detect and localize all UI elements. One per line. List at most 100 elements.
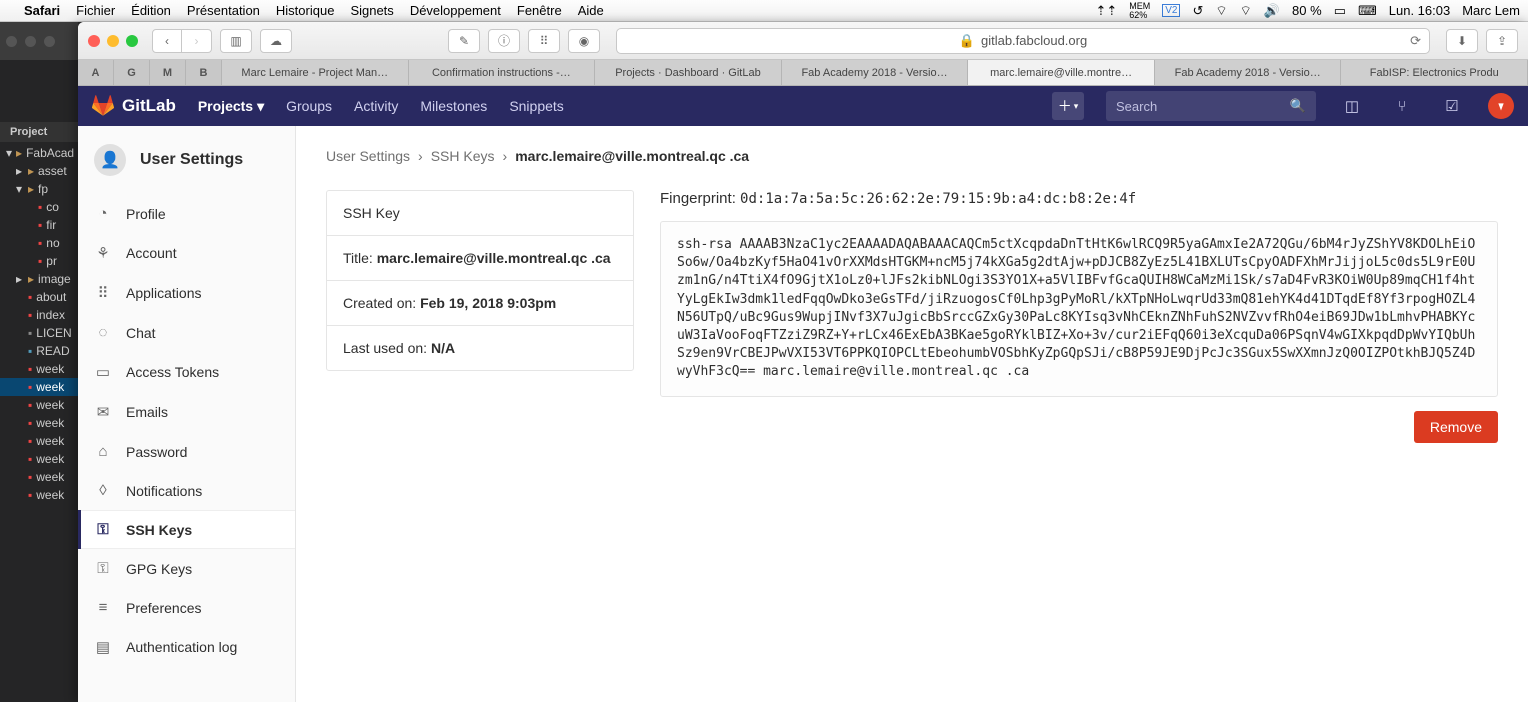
menu-presentation[interactable]: Présentation: [187, 3, 260, 18]
menu-developpement[interactable]: Développement: [410, 3, 501, 18]
new-button[interactable]: ＋ ▾: [1052, 92, 1084, 120]
sidebar-item-preferences[interactable]: ≡Preferences: [78, 588, 295, 627]
tree-item[interactable]: ▪week: [0, 432, 78, 450]
todos-icon[interactable]: ☑: [1438, 91, 1466, 121]
editor-close[interactable]: [6, 36, 17, 47]
wifi-icon[interactable]: ⌔: [1240, 3, 1252, 19]
tree-item[interactable]: ▪week: [0, 396, 78, 414]
bluetooth-icon[interactable]: ⌔: [1215, 3, 1227, 19]
app-name[interactable]: Safari: [24, 3, 60, 18]
battery-icon[interactable]: ▭: [1334, 3, 1346, 19]
tree-item[interactable]: ▪week: [0, 378, 78, 396]
browser-tab[interactable]: Confirmation instructions -…: [409, 60, 596, 85]
tree-item[interactable]: ▪about: [0, 288, 78, 306]
browser-tab[interactable]: Fab Academy 2018 - Versio…: [782, 60, 969, 85]
fav-a[interactable]: A: [78, 60, 114, 85]
tree-item[interactable]: ▪pr: [0, 252, 78, 270]
tree-item[interactable]: ▪READ: [0, 342, 78, 360]
editor-min[interactable]: [25, 36, 36, 47]
search-input[interactable]: Search 🔍: [1106, 91, 1316, 121]
breadcrumb-b[interactable]: SSH Keys: [431, 148, 495, 164]
nav-snippets[interactable]: Snippets: [509, 98, 563, 114]
tree-item[interactable]: ▪no: [0, 234, 78, 252]
tree-item[interactable]: ▪index: [0, 306, 78, 324]
menu-fenetre[interactable]: Fenêtre: [517, 3, 562, 18]
privacy-button[interactable]: ⓘ: [488, 29, 520, 53]
sidebar-item-notifications[interactable]: ◊Notifications: [78, 471, 295, 510]
tree-item[interactable]: ▪week: [0, 360, 78, 378]
compose-button[interactable]: ✎: [448, 29, 480, 53]
gitlab-brand: GitLab: [122, 96, 176, 116]
share-button[interactable]: ⇪: [1486, 29, 1518, 53]
timemachine-icon[interactable]: ↺: [1192, 3, 1203, 19]
icloud-tabs-button[interactable]: ☁: [260, 29, 292, 53]
browser-tab[interactable]: Projects · Dashboard · GitLab: [595, 60, 782, 85]
volume-icon[interactable]: 🔊: [1264, 3, 1280, 19]
sidebar-item-authentication-log[interactable]: ▤Authentication log: [78, 627, 295, 667]
window-minimize[interactable]: [107, 35, 119, 47]
sidebar-button[interactable]: ▥: [220, 29, 252, 53]
fav-m[interactable]: M: [150, 60, 186, 85]
remove-button[interactable]: Remove: [1414, 411, 1498, 443]
gitlab-logo[interactable]: GitLab: [92, 95, 176, 117]
window-zoom[interactable]: [126, 35, 138, 47]
sidebar-item-gpg-keys[interactable]: ⚿GPG Keys: [78, 549, 295, 588]
user-name[interactable]: Marc Lem: [1462, 3, 1520, 18]
merge-requests-icon[interactable]: ⑂: [1388, 91, 1416, 121]
nav-milestones[interactable]: Milestones: [420, 98, 487, 114]
reload-icon[interactable]: ⟳: [1410, 33, 1421, 49]
browser-tab[interactable]: marc.lemaire@ville.montre…: [968, 60, 1155, 85]
file-tree[interactable]: ▾▸FabAcad▸▸asset▾▸fp▪co▪fir▪no▪pr▸▸image…: [0, 142, 78, 506]
sidebar-item-ssh-keys[interactable]: ⚿SSH Keys: [78, 510, 295, 549]
sidebar-item-chat[interactable]: ◌Chat: [78, 313, 295, 352]
user-avatar[interactable]: [1488, 93, 1514, 119]
menu-fichier[interactable]: Fichier: [76, 3, 115, 18]
tree-item[interactable]: ▾▸fp: [0, 180, 78, 198]
nav-projects[interactable]: Projects ▾: [198, 98, 264, 115]
forward-button[interactable]: ›: [182, 29, 212, 53]
menu-signets[interactable]: Signets: [350, 3, 393, 18]
tree-item[interactable]: ▪fir: [0, 216, 78, 234]
tree-item[interactable]: ▪LICEN: [0, 324, 78, 342]
fav-b[interactable]: B: [186, 60, 222, 85]
sidebar-item-access-tokens[interactable]: ▭Access Tokens: [78, 352, 295, 392]
grid-button[interactable]: ⠿: [528, 29, 560, 53]
sidebar-item-account[interactable]: ⚘Account: [78, 233, 295, 273]
browser-tab[interactable]: Fab Academy 2018 - Versio…: [1155, 60, 1342, 85]
url-bar[interactable]: 🔒 gitlab.fabcloud.org ⟳: [616, 28, 1430, 54]
vnc-icon[interactable]: V2: [1162, 4, 1180, 17]
extensions-button[interactable]: ◉: [568, 29, 600, 53]
window-close[interactable]: [88, 35, 100, 47]
menu-edition[interactable]: Édition: [131, 3, 171, 18]
nav-activity[interactable]: Activity: [354, 98, 398, 114]
tree-item[interactable]: ▸▸image: [0, 270, 78, 288]
nav-groups[interactable]: Groups: [286, 98, 332, 114]
menu-aide[interactable]: Aide: [578, 3, 604, 18]
issues-icon[interactable]: ◫: [1338, 91, 1366, 121]
tree-item[interactable]: ▪week: [0, 468, 78, 486]
menu-historique[interactable]: Historique: [276, 3, 335, 18]
tree-item[interactable]: ▪co: [0, 198, 78, 216]
tree-item[interactable]: ▪week: [0, 450, 78, 468]
downloads-button[interactable]: ⬇: [1446, 29, 1478, 53]
fav-g[interactable]: G: [114, 60, 150, 85]
sidebar-item-applications[interactable]: ⠿Applications: [78, 273, 295, 313]
tree-item[interactable]: ▾▸FabAcad: [0, 144, 78, 162]
browser-tab[interactable]: Marc Lemaire - Project Man…: [222, 60, 409, 85]
tree-item[interactable]: ▸▸asset: [0, 162, 78, 180]
breadcrumb-a[interactable]: User Settings: [326, 148, 410, 164]
sidebar-item-emails[interactable]: ✉Emails: [78, 392, 295, 432]
sidebar-item-profile[interactable]: ◔Profile: [78, 194, 295, 233]
back-button[interactable]: ‹: [152, 29, 182, 53]
sidebar-item-icon: ▤: [94, 638, 112, 656]
mem-indicator: MEM62%: [1129, 2, 1150, 20]
title-value: marc.lemaire@ville.montreal.qc .ca: [377, 250, 611, 266]
browser-tab[interactable]: FabISP: Electronics Produ: [1341, 60, 1528, 85]
dropbox-icon[interactable]: ⇡⇡: [1095, 3, 1117, 19]
sidebar-item-password[interactable]: ⌂Password: [78, 432, 295, 471]
tree-item[interactable]: ▪week: [0, 486, 78, 504]
editor-max[interactable]: [44, 36, 55, 47]
input-icon[interactable]: ⌨: [1358, 3, 1377, 19]
tree-item[interactable]: ▪week: [0, 414, 78, 432]
clock[interactable]: Lun. 16:03: [1389, 3, 1450, 18]
